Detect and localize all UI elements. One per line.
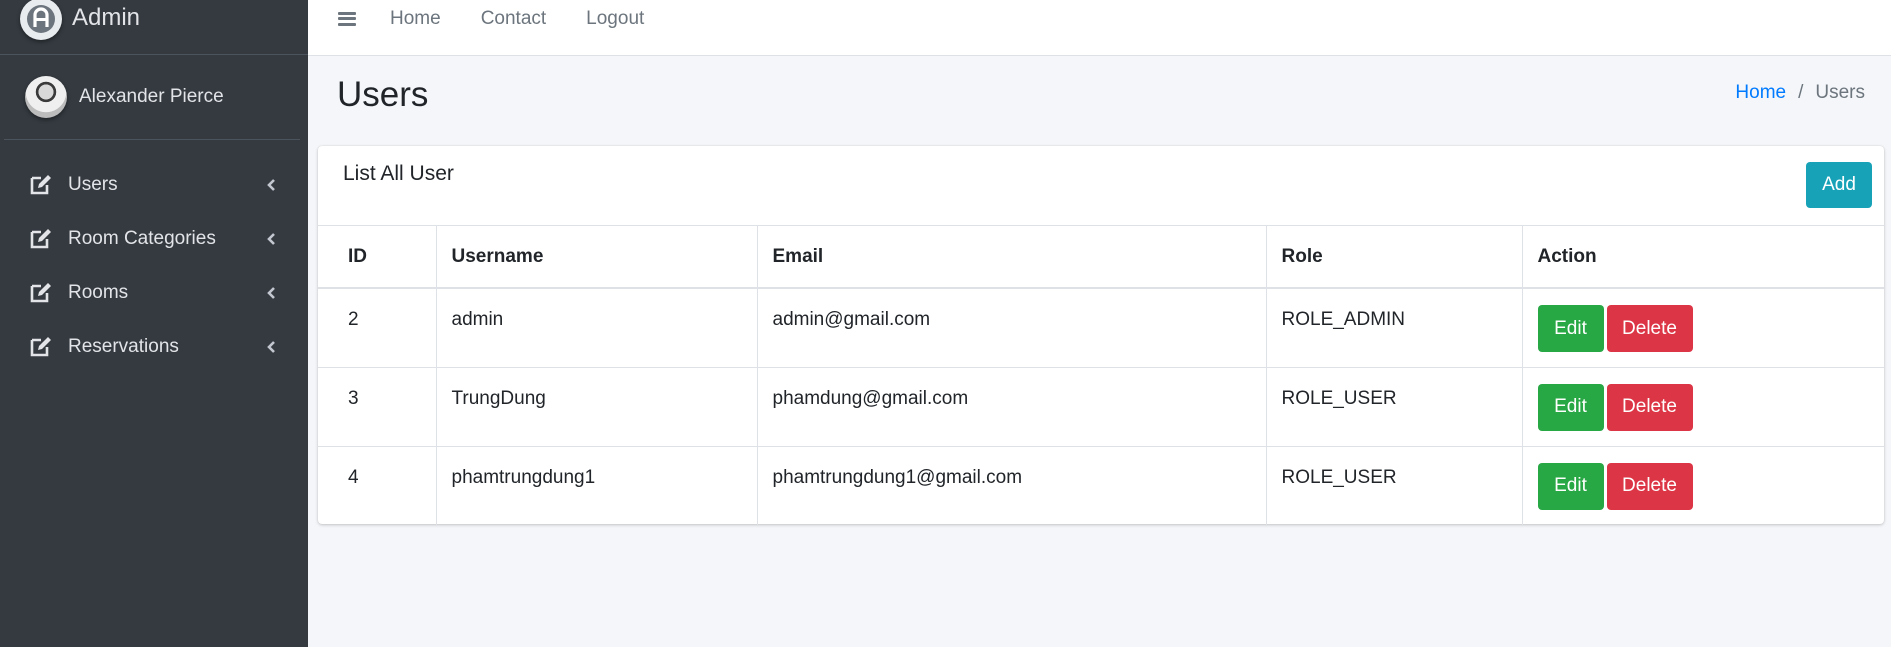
- sidebar-item-room-categories[interactable]: Room Categories: [0, 212, 308, 266]
- delete-button[interactable]: Delete: [1606, 462, 1693, 510]
- user-name[interactable]: Alexander Pierce: [79, 86, 224, 108]
- chevron-left-icon: [264, 340, 278, 354]
- cell-id: 2: [318, 288, 437, 368]
- breadcrumb-home-link[interactable]: Home: [1735, 82, 1786, 104]
- table-header-row: ID Username Email Role Action: [318, 226, 1884, 289]
- edit-icon: [28, 281, 54, 305]
- column-header-email: Email: [757, 226, 1267, 289]
- cell-role: ROLE_USER: [1266, 367, 1523, 447]
- cell-role: ROLE_ADMIN: [1266, 288, 1523, 368]
- chevron-left-icon: [264, 232, 278, 246]
- sidebar-item-reservations[interactable]: Reservations: [0, 320, 308, 374]
- add-user-button[interactable]: Add: [1806, 162, 1872, 208]
- cell-email: phamtrungdung1@gmail.com: [757, 446, 1267, 525]
- chevron-left-icon: [264, 178, 278, 192]
- sidebar-item-label: Reservations: [68, 336, 179, 357]
- sidebar-item-users[interactable]: Users: [0, 158, 308, 212]
- cell-email: phamdung@gmail.com: [757, 367, 1267, 447]
- chevron-left-icon: [264, 286, 278, 300]
- breadcrumb-current: Users: [1815, 82, 1865, 103]
- sidebar-item-rooms[interactable]: Rooms: [0, 266, 308, 320]
- cell-action: Edit Delete: [1522, 367, 1884, 447]
- sidebar-item-label: Rooms: [68, 282, 129, 303]
- avatar: [25, 76, 67, 118]
- card-header: List All User Add: [318, 146, 1884, 226]
- nav-link-contact[interactable]: Contact: [481, 8, 546, 30]
- column-header-role: Role: [1266, 226, 1523, 289]
- edit-icon: [28, 335, 54, 359]
- edit-button[interactable]: Edit: [1537, 305, 1604, 352]
- edit-icon: [28, 173, 54, 197]
- hamburger-icon[interactable]: [338, 10, 356, 28]
- delete-button[interactable]: Delete: [1606, 305, 1693, 352]
- cell-action: Edit Delete: [1522, 288, 1884, 368]
- brand-name: Admin: [72, 4, 141, 31]
- cell-id: 3: [318, 367, 437, 447]
- column-header-username: Username: [436, 226, 758, 289]
- page-title: Users: [337, 75, 429, 114]
- users-table: ID Username Email Role Action 2 admin ad…: [318, 226, 1884, 525]
- delete-button[interactable]: Delete: [1606, 383, 1693, 431]
- cell-username: admin: [436, 288, 758, 368]
- edit-button[interactable]: Edit: [1537, 383, 1604, 431]
- breadcrumb: Home / Users: [1735, 82, 1865, 104]
- edit-button[interactable]: Edit: [1537, 462, 1604, 510]
- brand-link[interactable]: Admin: [0, 0, 308, 55]
- edit-icon: [28, 227, 54, 251]
- cell-email: admin@gmail.com: [757, 288, 1267, 368]
- sidebar: Admin Alexander Pierce Users Room Catego…: [0, 0, 308, 647]
- sidebar-item-label: Room Categories: [68, 228, 216, 249]
- sidebar-item-label: Users: [68, 174, 118, 195]
- nav-link-home[interactable]: Home: [390, 8, 441, 30]
- sidebar-nav: Users Room Categories Rooms Reservations: [0, 158, 308, 374]
- table-row: 3 TrungDung phamdung@gmail.com ROLE_USER…: [318, 367, 1884, 447]
- nav-link-logout[interactable]: Logout: [586, 8, 644, 30]
- breadcrumb-separator: /: [1798, 82, 1804, 103]
- table-row: 2 admin admin@gmail.com ROLE_ADMIN Edit D…: [318, 288, 1884, 368]
- cell-username: phamtrungdung1: [436, 446, 758, 525]
- cell-id: 4: [318, 446, 437, 525]
- table-row: 4 phamtrungdung1 phamtrungdung1@gmail.co…: [318, 446, 1884, 525]
- users-card: List All User Add ID Username Email Role…: [318, 146, 1884, 525]
- cell-username: TrungDung: [436, 367, 758, 447]
- cell-role: ROLE_USER: [1266, 446, 1523, 525]
- user-panel[interactable]: Alexander Pierce: [4, 55, 300, 140]
- cell-action: Edit Delete: [1522, 446, 1884, 525]
- card-title: List All User: [343, 162, 454, 185]
- column-header-action: Action: [1522, 226, 1884, 289]
- adminlte-logo-icon: [20, 0, 62, 40]
- top-navbar: Home Contact Logout: [308, 0, 1891, 56]
- column-header-id: ID: [318, 226, 437, 289]
